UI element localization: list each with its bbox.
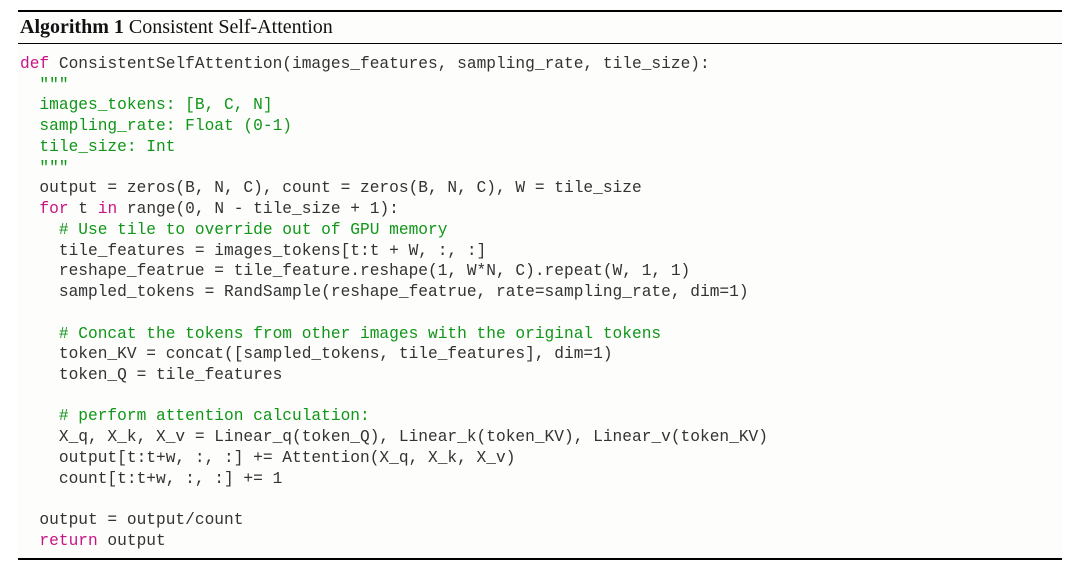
code-line: sampled_tokens = RandSample(reshape_feat… xyxy=(20,283,749,301)
code-line: output xyxy=(98,532,166,550)
kw-for: for xyxy=(20,200,69,218)
code-line: output[t:t+w, :, :] += Attention(X_q, X_… xyxy=(20,449,515,467)
comment-line: # Concat the tokens from other images wi… xyxy=(20,325,661,343)
comment-line: # perform attention calculation: xyxy=(20,407,370,425)
code-line: ConsistentSelfAttention(images_features,… xyxy=(49,55,710,73)
code-line: tile_features = images_tokens[t:t + W, :… xyxy=(20,242,486,260)
algorithm-header: Algorithm 1 Consistent Self-Attention xyxy=(18,10,1062,44)
kw-def: def xyxy=(20,55,49,73)
kw-return: return xyxy=(20,532,98,550)
code-line: reshape_featrue = tile_feature.reshape(1… xyxy=(20,262,690,280)
docstring-line: images_tokens: [B, C, N] xyxy=(20,96,273,114)
code-line: token_KV = concat([sampled_tokens, tile_… xyxy=(20,345,613,363)
docstring-close: """ xyxy=(20,159,69,177)
code-listing: def ConsistentSelfAttention(images_featu… xyxy=(20,54,1060,552)
code-line: count[t:t+w, :, :] += 1 xyxy=(20,470,282,488)
algorithm-label: Algorithm 1 xyxy=(20,16,124,38)
code-line: output = zeros(B, N, C), count = zeros(B… xyxy=(20,179,642,197)
algorithm-block: Algorithm 1 Consistent Self-Attention de… xyxy=(18,10,1062,560)
code-line: X_q, X_k, X_v = Linear_q(token_Q), Linea… xyxy=(20,428,768,446)
code-line: range(0, N - tile_size + 1): xyxy=(117,200,399,218)
docstring-line: sampling_rate: Float (0-1) xyxy=(20,117,292,135)
docstring-line: tile_size: Int xyxy=(20,138,175,156)
algorithm-body: def ConsistentSelfAttention(images_featu… xyxy=(18,44,1062,560)
comment-line: # Use tile to override out of GPU memory xyxy=(20,221,447,239)
code-line: token_Q = tile_features xyxy=(20,366,282,384)
code-line: output = output/count xyxy=(20,511,243,529)
code-line: t xyxy=(69,200,98,218)
algorithm-title: Consistent Self-Attention xyxy=(129,16,333,38)
docstring-open: """ xyxy=(20,76,69,94)
kw-in: in xyxy=(98,200,117,218)
